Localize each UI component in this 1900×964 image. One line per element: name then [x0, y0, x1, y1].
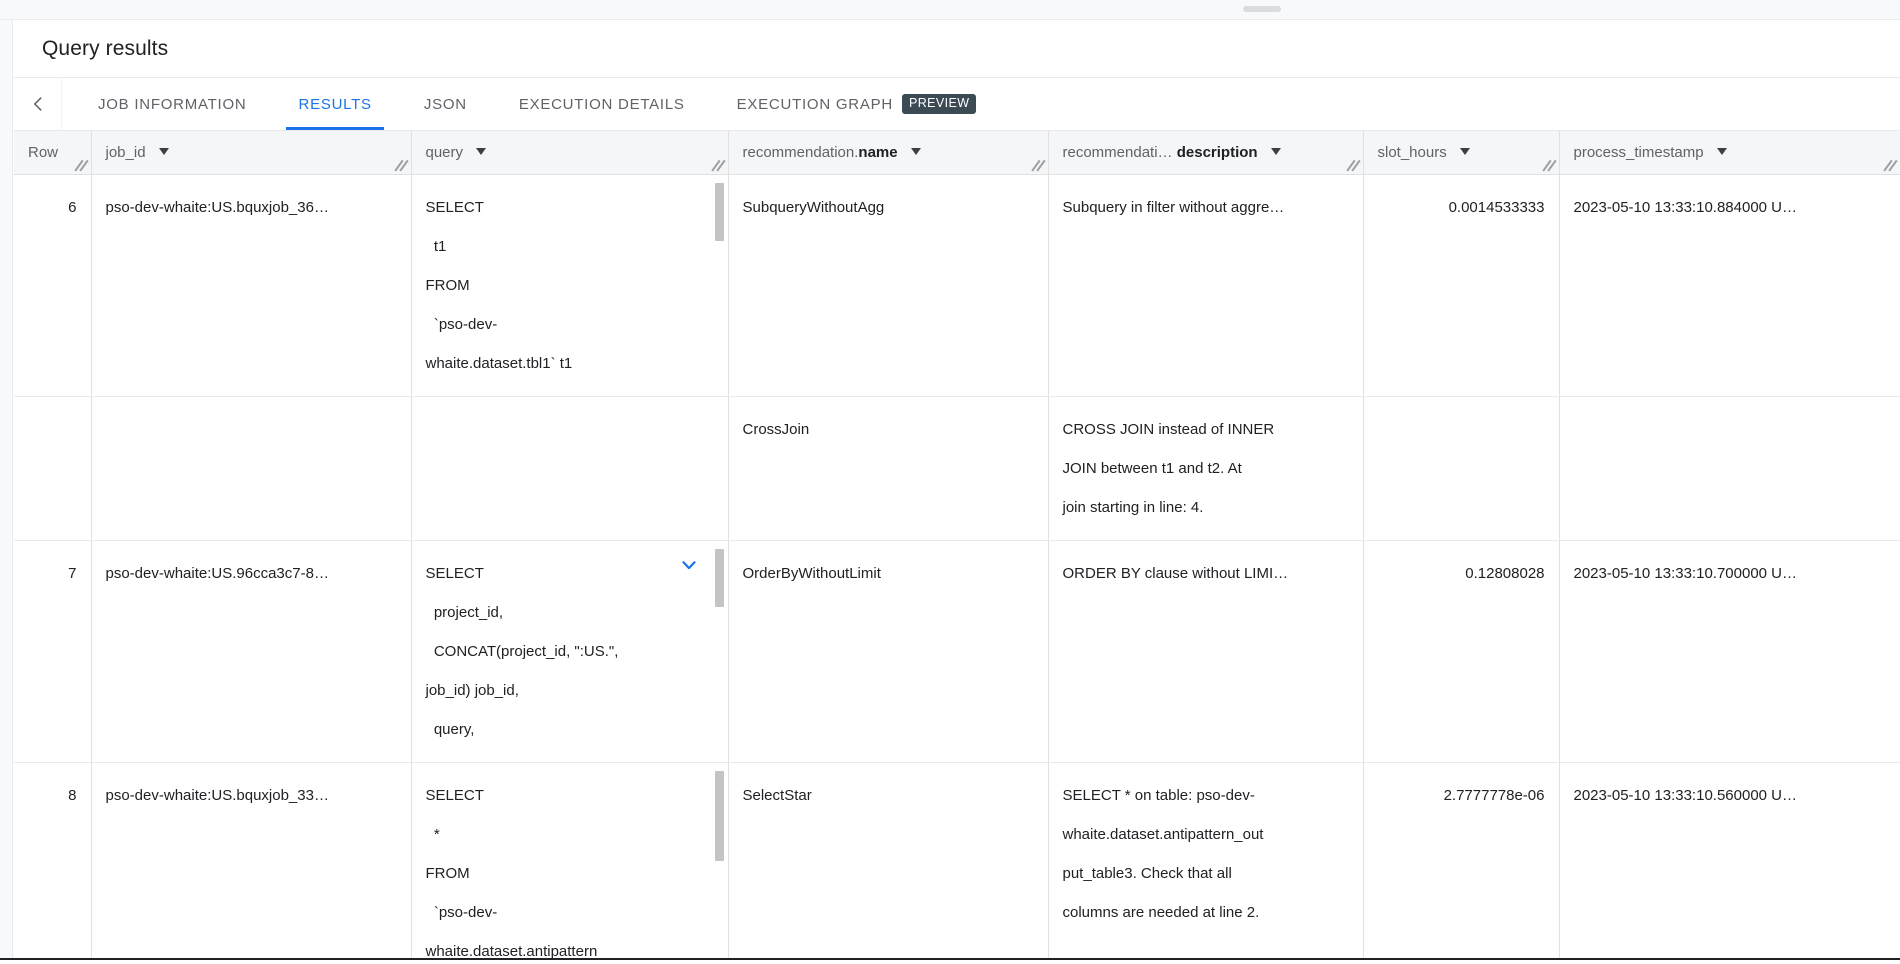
tab-label: EXECUTION GRAPH [736, 95, 893, 113]
column-header-slot-hours[interactable]: slot_hours [1363, 131, 1560, 175]
column-resize-grip[interactable] [74, 158, 88, 172]
cell-row-number [14, 396, 92, 541]
query-cell-scrollbar[interactable] [714, 548, 724, 607]
column-label-prefix: recommendati… [1062, 143, 1177, 161]
tab-label: JOB INFORMATION [98, 95, 247, 113]
column-header-query[interactable]: query [411, 131, 729, 175]
tab-list: JOB INFORMATION RESULTS JSON EXECUTION D… [62, 78, 990, 130]
expand-query-chevron-down-icon[interactable] [678, 552, 700, 574]
window-bottom-edge [0, 958, 1900, 964]
chevron-down-icon[interactable] [476, 148, 487, 156]
query-results-panel: Query results JOB INFORMATION RESULTS JS… [14, 20, 1900, 958]
cell-slot-hours [1363, 396, 1560, 541]
preview-badge: PREVIEW [901, 94, 977, 114]
query-text: SELECT t1 FROM `pso-dev- whaite.dataset.… [425, 198, 573, 372]
query-cell-scrollbar[interactable] [714, 770, 724, 861]
cell-process-timestamp: 2023-05-10 13:33:10.884000 U… [1559, 174, 1900, 397]
table-row[interactable]: 8 pso-dev-whaite:US.bquxjob_33… SELECT *… [14, 762, 1900, 958]
column-header-recommendation-description[interactable]: recommendati… description [1048, 131, 1364, 175]
tab-results[interactable]: RESULTS [272, 78, 397, 130]
cell-recommendation-name: CrossJoin [728, 396, 1049, 541]
cell-row-number: 6 [14, 174, 92, 397]
cell-query[interactable] [411, 396, 729, 541]
table-header-row: Row job_id query recommendation.name rec… [14, 131, 1900, 175]
query-results-panel-root: Query results JOB INFORMATION RESULTS JS… [0, 0, 1900, 964]
chevron-down-icon[interactable] [158, 148, 169, 156]
column-label: process_timestamp [1573, 143, 1704, 161]
cell-recommendation-description: CROSS JOIN instead of INNER JOIN between… [1048, 396, 1364, 541]
chevron-down-icon[interactable] [910, 148, 921, 156]
cell-job-id: pso-dev-whaite:US.bquxjob_33… [91, 762, 412, 958]
table-row[interactable]: CrossJoin CROSS JOIN instead of INNER JO… [14, 396, 1900, 541]
tab-job-information[interactable]: JOB INFORMATION [72, 78, 272, 130]
column-resize-grip[interactable] [1031, 158, 1045, 172]
results-table-container[interactable]: Row job_id query recommendation.name rec… [14, 131, 1900, 958]
query-text: SELECT * FROM `pso-dev- whaite.dataset.a… [425, 786, 606, 959]
column-label: Row [28, 143, 59, 161]
resize-handle[interactable] [1243, 6, 1281, 12]
table-body: 6 pso-dev-whaite:US.bquxjob_36… SELECT t… [14, 174, 1900, 958]
cell-recommendation-description: Subquery in filter without aggre… [1048, 174, 1364, 397]
column-header-process-timestamp[interactable]: process_timestamp [1559, 131, 1900, 175]
tab-bar: JOB INFORMATION RESULTS JSON EXECUTION D… [14, 78, 1900, 131]
tab-json[interactable]: JSON [398, 78, 493, 130]
tabs-scroll-back-button[interactable] [14, 78, 62, 130]
panel-header: Query results [14, 20, 1900, 78]
column-header-recommendation-name[interactable]: recommendation.name [728, 131, 1049, 175]
cell-row-number: 8 [14, 762, 92, 958]
chevron-down-icon[interactable] [1716, 148, 1727, 156]
table-row[interactable]: 6 pso-dev-whaite:US.bquxjob_36… SELECT t… [14, 174, 1900, 397]
chevron-down-icon[interactable] [1270, 148, 1281, 156]
column-header-job-id[interactable]: job_id [91, 131, 412, 175]
cell-slot-hours: 0.0014533333 [1363, 174, 1560, 397]
query-cell-scrollbar[interactable] [714, 182, 724, 241]
column-resize-grip[interactable] [1346, 158, 1360, 172]
cell-query[interactable]: SELECT * FROM `pso-dev- whaite.dataset.a… [411, 762, 729, 959]
left-gutter [0, 20, 13, 964]
column-label-prefix: recommendation. [742, 143, 859, 161]
cell-slot-hours: 2.7777778e-06 [1363, 762, 1560, 958]
column-label: job_id [105, 143, 146, 161]
cell-recommendation-name: SelectStar [728, 762, 1049, 958]
tab-execution-graph[interactable]: EXECUTION GRAPH PREVIEW [711, 78, 991, 130]
cell-recommendation-name: SubqueryWithoutAgg [728, 174, 1049, 397]
chevron-left-icon [27, 93, 49, 115]
column-label: description [1176, 143, 1258, 161]
tab-execution-details[interactable]: EXECUTION DETAILS [493, 78, 711, 130]
chevron-down-icon[interactable] [1459, 148, 1470, 156]
cell-job-id: pso-dev-whaite:US.bquxjob_36… [91, 174, 412, 397]
cell-job-id: pso-dev-whaite:US.96cca3c7-8… [91, 540, 412, 763]
cell-query[interactable]: SELECT t1 FROM `pso-dev- whaite.dataset.… [411, 174, 729, 397]
cell-row-number: 7 [14, 540, 92, 763]
table-row[interactable]: 7 pso-dev-whaite:US.96cca3c7-8… SELECT p… [14, 540, 1900, 763]
cell-recommendation-description: SELECT * on table: pso-dev- whaite.datas… [1048, 762, 1364, 958]
column-resize-grip[interactable] [1542, 158, 1556, 172]
cell-job-id [91, 396, 412, 541]
column-resize-grip[interactable] [394, 158, 408, 172]
column-resize-grip[interactable] [1883, 158, 1897, 172]
query-text: SELECT project_id, CONCAT(project_id, ":… [425, 564, 619, 738]
column-label: query [425, 143, 464, 161]
column-header-row: Row [14, 131, 92, 175]
column-label: slot_hours [1377, 143, 1447, 161]
cell-process-timestamp [1559, 396, 1900, 541]
results-table: Row job_id query recommendation.name rec… [14, 131, 1900, 958]
column-label: name [858, 143, 898, 161]
cell-recommendation-description: ORDER BY clause without LIMI… [1048, 540, 1364, 763]
table-header: Row job_id query recommendation.name rec… [14, 131, 1900, 175]
cell-query[interactable]: SELECT project_id, CONCAT(project_id, ":… [411, 540, 729, 763]
cell-slot-hours: 0.12808028 [1363, 540, 1560, 763]
tab-label: EXECUTION DETAILS [518, 95, 685, 113]
tab-label: JSON [423, 95, 467, 113]
cell-process-timestamp: 2023-05-10 13:33:10.560000 U… [1559, 762, 1900, 958]
cell-process-timestamp: 2023-05-10 13:33:10.700000 U… [1559, 540, 1900, 763]
tab-label: RESULTS [298, 95, 372, 113]
column-resize-grip[interactable] [711, 158, 725, 172]
cell-recommendation-name: OrderByWithoutLimit [728, 540, 1049, 763]
page-title: Query results [42, 36, 169, 60]
panel-top-strip [0, 0, 1900, 20]
